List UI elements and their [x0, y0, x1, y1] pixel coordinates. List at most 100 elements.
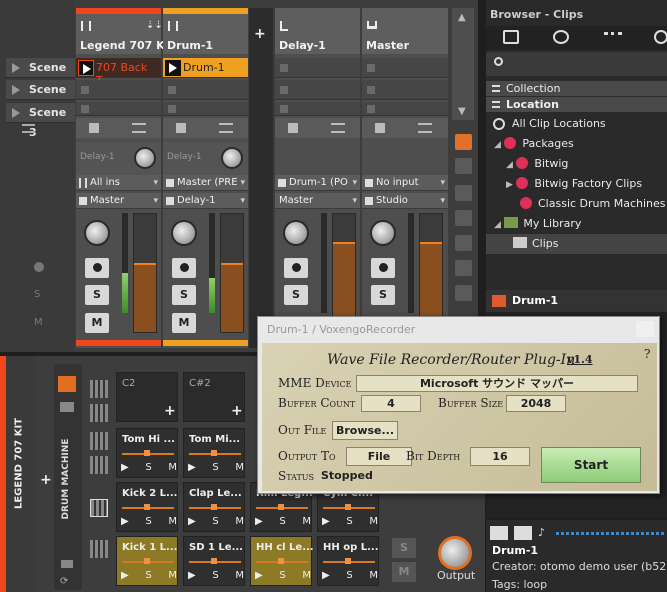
pad-play-icon[interactable]: ▶: [322, 516, 330, 527]
scroll-up-icon[interactable]: ▲: [458, 12, 466, 23]
record-arm-button[interactable]: [85, 258, 109, 278]
pad-mute[interactable]: M: [369, 516, 378, 527]
track-name[interactable]: Master: [366, 39, 409, 52]
grid-icon[interactable]: [90, 540, 108, 558]
expanded-icon[interactable]: ◢: [506, 160, 513, 170]
pad-solo[interactable]: S: [346, 516, 352, 527]
track-name[interactable]: Drum-1: [167, 39, 213, 52]
pad-mute[interactable]: M: [369, 570, 378, 581]
help-button[interactable]: ?: [644, 347, 650, 361]
scene-3[interactable]: Scene 3: [6, 103, 75, 139]
volume-fader[interactable]: [419, 213, 443, 333]
add-pad-icon[interactable]: +: [164, 403, 176, 419]
scroll-down-icon[interactable]: ▼: [458, 106, 466, 117]
pad-play-icon[interactable]: ▶: [188, 516, 196, 527]
buffer-size-field[interactable]: 2048: [506, 395, 566, 412]
clip-slot[interactable]: [275, 58, 360, 78]
clip-slot[interactable]: [362, 80, 448, 100]
pad-mute[interactable]: M: [168, 462, 177, 473]
track-name[interactable]: Legend 707 Kit: [80, 39, 174, 52]
clip-list-icon[interactable]: [331, 123, 345, 133]
pad-mute[interactable]: M: [168, 570, 177, 581]
input-select[interactable]: Master (PRE: [163, 175, 248, 191]
add-pad-icon[interactable]: +: [231, 403, 243, 419]
bit-depth-select[interactable]: 16: [470, 447, 530, 466]
pad-solo[interactable]: S: [279, 516, 285, 527]
grid-view-icon[interactable]: [455, 134, 472, 150]
solo-icon[interactable]: S: [34, 289, 40, 300]
stop-icon[interactable]: [176, 123, 186, 133]
solo-button[interactable]: S: [371, 285, 395, 305]
pad-mute[interactable]: M: [302, 570, 311, 581]
tree-item-clips[interactable]: Clips: [486, 234, 667, 254]
mme-device-select[interactable]: Microsoft サウンド マッパー: [356, 375, 638, 392]
grid-icon-selected[interactable]: [90, 499, 108, 517]
pad-play-icon[interactable]: ▶: [322, 570, 330, 581]
tree-item-all-clip-locations[interactable]: All Clip Locations: [486, 114, 667, 134]
pad-solo[interactable]: S: [346, 570, 352, 581]
volume-fader[interactable]: [332, 213, 356, 333]
send-view-icon[interactable]: [455, 210, 472, 226]
expanded-icon[interactable]: ◢: [494, 140, 501, 150]
tree-item-packages[interactable]: ◢ Packages: [486, 134, 667, 154]
section-collection[interactable]: Collection: [486, 81, 667, 96]
output-select[interactable]: Studio: [362, 193, 448, 209]
pad-play-icon[interactable]: ▶: [121, 570, 129, 581]
record-arm-button[interactable]: [172, 258, 196, 278]
drum-pad[interactable]: SD 1 Le... ▶ S M: [183, 536, 245, 586]
grid-icon[interactable]: [90, 432, 108, 450]
add-track-icon[interactable]: +: [254, 26, 266, 42]
drum-pad[interactable]: Tom Hi ... ▶ S M: [116, 428, 178, 478]
device-mute-button[interactable]: M: [392, 562, 416, 582]
browser-search[interactable]: [486, 52, 667, 76]
clip-slot[interactable]: [275, 102, 360, 116]
clip-slot[interactable]: [362, 58, 448, 78]
midi-note-icon[interactable]: ♪: [538, 526, 552, 540]
tree-item-bitwig-factory-clips[interactable]: ▶ Bitwig Factory Clips: [486, 174, 667, 194]
track-name[interactable]: Delay-1: [279, 39, 326, 52]
drum-pad[interactable]: Tom Mi... ▶ S M: [183, 428, 245, 478]
browse-button[interactable]: Browse...: [332, 421, 398, 440]
record-arm-button[interactable]: [284, 258, 308, 278]
pad-solo[interactable]: S: [212, 462, 218, 473]
meter-view-icon[interactable]: [455, 185, 472, 201]
volume-knob[interactable]: [283, 220, 309, 246]
clip-play-icon[interactable]: [78, 60, 94, 76]
clip-slot[interactable]: [163, 102, 248, 116]
scene-scrollbar[interactable]: ▲ ▼: [452, 8, 474, 120]
volume-knob[interactable]: [84, 220, 110, 246]
fx-view-icon[interactable]: [455, 285, 472, 301]
grid-icon[interactable]: [90, 456, 108, 474]
output-select[interactable]: Master: [76, 193, 161, 209]
play-scene-icon[interactable]: [12, 108, 20, 118]
play-scene-icon[interactable]: [12, 85, 20, 95]
clip-list-icon[interactable]: [219, 123, 233, 133]
start-button[interactable]: Start: [541, 447, 641, 483]
pad-play-icon[interactable]: ▶: [188, 570, 196, 581]
device-solo-button[interactable]: S: [392, 538, 416, 558]
pad-solo[interactable]: S: [279, 570, 285, 581]
volume-knob[interactable]: [171, 220, 197, 246]
drum-pad[interactable]: Clap Le... ▶ S M: [183, 482, 245, 532]
drum-pads-icon[interactable]: [58, 376, 76, 392]
play-scene-icon[interactable]: [12, 63, 20, 73]
clip-slot[interactable]: 707 Back T...: [76, 58, 161, 87]
pad-solo[interactable]: S: [145, 516, 151, 527]
pad-play-icon[interactable]: ▶: [255, 570, 263, 581]
pad-mute[interactable]: M: [235, 462, 244, 473]
solo-button[interactable]: S: [85, 285, 109, 305]
input-select[interactable]: No input: [362, 175, 448, 191]
clip-slot[interactable]: [362, 102, 448, 116]
collapsed-icon[interactable]: ▶: [506, 180, 513, 190]
clip-name[interactable]: Drum-1: [183, 61, 225, 74]
drum-pad[interactable]: HH op L... ▶ S M: [317, 536, 379, 586]
input-select[interactable]: Drum-1 (PO: [275, 175, 360, 191]
record-arm-button[interactable]: [371, 258, 395, 278]
expanded-icon[interactable]: ◢: [494, 220, 501, 230]
mute-button[interactable]: M: [85, 313, 109, 333]
pad-solo[interactable]: S: [212, 570, 218, 581]
output-to-select[interactable]: File: [346, 447, 412, 466]
output-select[interactable]: Master: [275, 193, 360, 209]
pad-solo[interactable]: S: [212, 516, 218, 527]
stop-icon[interactable]: [375, 123, 385, 133]
